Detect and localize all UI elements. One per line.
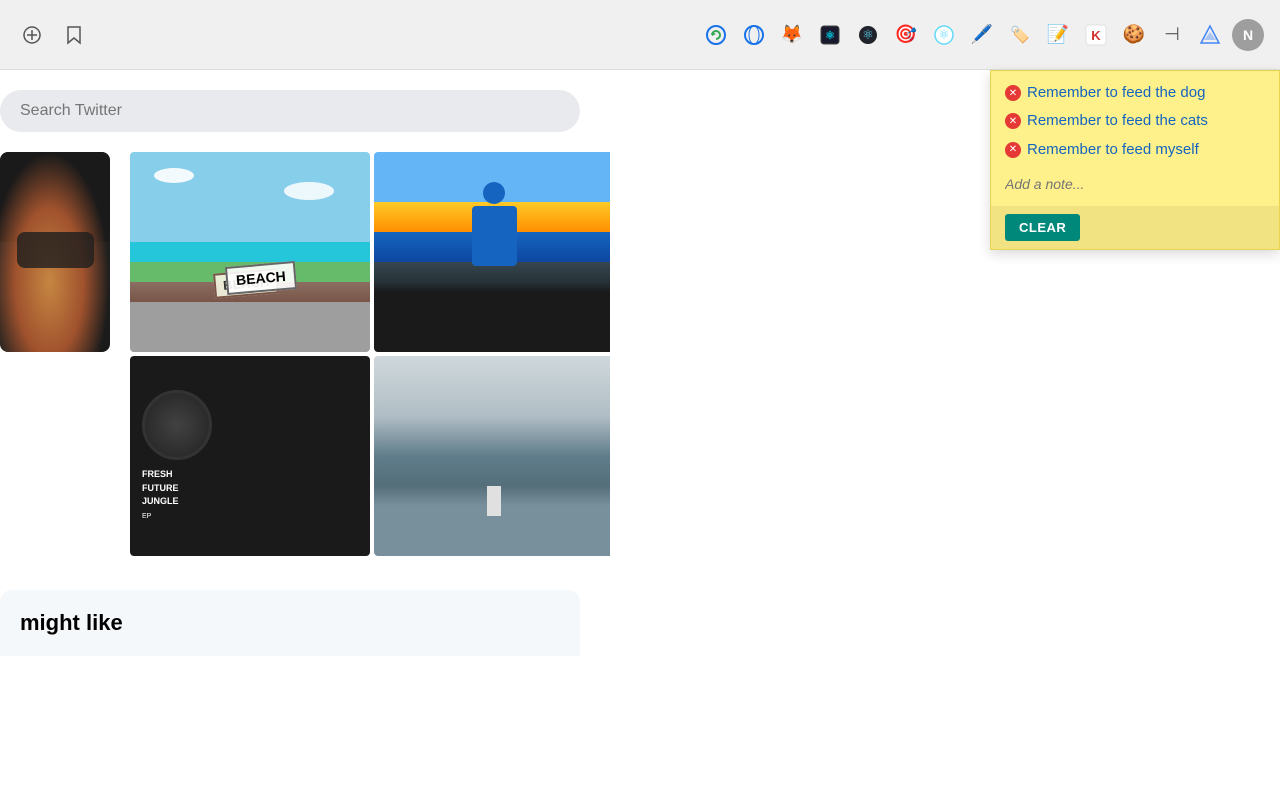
album-cover: FRESHFUTUREJUNGLEEP [130, 356, 370, 556]
browser-toolbar: 🦊 ⚛ ⚛ 🎯 ⚛ 🖊️ 🏷️ 📝 K [0, 0, 1280, 70]
merge-icon[interactable]: ⊣ [1156, 19, 1188, 51]
sticky-note-1: ✕ Remember to feed the dog [1005, 83, 1265, 103]
sticky-footer: CLEAR [991, 206, 1279, 249]
cloud1 [154, 168, 194, 183]
add-note-input[interactable] [1005, 176, 1265, 192]
svg-text:⚛: ⚛ [938, 27, 950, 42]
metamask-icon[interactable]: 🦊 [776, 19, 808, 51]
sticky-notes-panel: ✕ Remember to feed the dog ✕ Remember to… [990, 70, 1280, 250]
target-icon[interactable]: 🎯 [890, 19, 922, 51]
opera-icon[interactable] [738, 19, 770, 51]
sticky-notes-content: ✕ Remember to feed the dog ✕ Remember to… [991, 71, 1279, 206]
album-text: FRESHFUTUREJUNGLEEP [142, 468, 358, 522]
tag-icon[interactable]: 🏷️ [1004, 19, 1036, 51]
close-note-2-button[interactable]: ✕ [1005, 113, 1021, 129]
child-figure [487, 486, 501, 516]
search-input[interactable] [0, 90, 580, 132]
clear-button[interactable]: CLEAR [1005, 214, 1080, 241]
record-disc [142, 390, 212, 460]
man-body [472, 206, 517, 266]
profile-avatar [0, 152, 110, 352]
note-3-text: Remember to feed myself [1027, 140, 1265, 160]
user-avatar[interactable]: N [1232, 19, 1264, 51]
search-area [0, 70, 610, 142]
street-image[interactable] [374, 356, 610, 556]
note-2-text: Remember to feed the cats [1027, 111, 1265, 131]
note-1-text: Remember to feed the dog [1027, 83, 1265, 103]
add-tab-button[interactable] [16, 19, 48, 51]
avatar-glasses [17, 232, 94, 268]
close-note-3-button[interactable]: ✕ [1005, 142, 1021, 158]
content-area: BEACH [0, 142, 610, 570]
svg-text:⊣: ⊣ [1164, 24, 1180, 44]
man-silhouette [469, 182, 519, 302]
bottom-section: might like [0, 570, 610, 656]
cloud2 [284, 182, 334, 200]
drive-icon[interactable] [1194, 19, 1226, 51]
close-note-1-button[interactable]: ✕ [1005, 85, 1021, 101]
might-like-label: might like [0, 590, 580, 656]
man-head [483, 182, 505, 204]
bookmark-button[interactable] [58, 19, 90, 51]
main-content: BEACH [0, 70, 1280, 800]
refresh-ext-icon[interactable] [700, 19, 732, 51]
sticky-note-3: ✕ Remember to feed myself [1005, 140, 1265, 160]
toolbar-nav-buttons [16, 19, 90, 51]
compose-icon[interactable]: 📝 [1042, 19, 1074, 51]
svg-text:⚛: ⚛ [825, 30, 835, 42]
album-image[interactable]: FRESHFUTUREJUNGLEEP [130, 356, 370, 556]
svg-text:⚛: ⚛ [862, 27, 874, 42]
react2-ext-icon[interactable]: ⚛ [928, 19, 960, 51]
twitter-panel: BEACH [0, 70, 610, 800]
beach-image[interactable]: BEACH [130, 152, 370, 352]
react-ext-icon[interactable]: ⚛ [852, 19, 884, 51]
svg-text:K: K [1091, 28, 1101, 43]
dropper-icon[interactable]: 🖊️ [966, 19, 998, 51]
sticky-note-2: ✕ Remember to feed the cats [1005, 111, 1265, 131]
tuktuk-image[interactable] [374, 152, 610, 352]
atom-icon[interactable]: ⚛ [814, 19, 846, 51]
cookie-icon[interactable]: 🍪 [1118, 19, 1150, 51]
profile-column [0, 152, 130, 560]
toolbar-extensions: 🦊 ⚛ ⚛ 🎯 ⚛ 🖊️ 🏷️ 📝 K [700, 19, 1264, 51]
beach-sign: BEACH [213, 268, 279, 299]
images-grid: BEACH [130, 152, 610, 560]
k-icon[interactable]: K [1080, 19, 1112, 51]
